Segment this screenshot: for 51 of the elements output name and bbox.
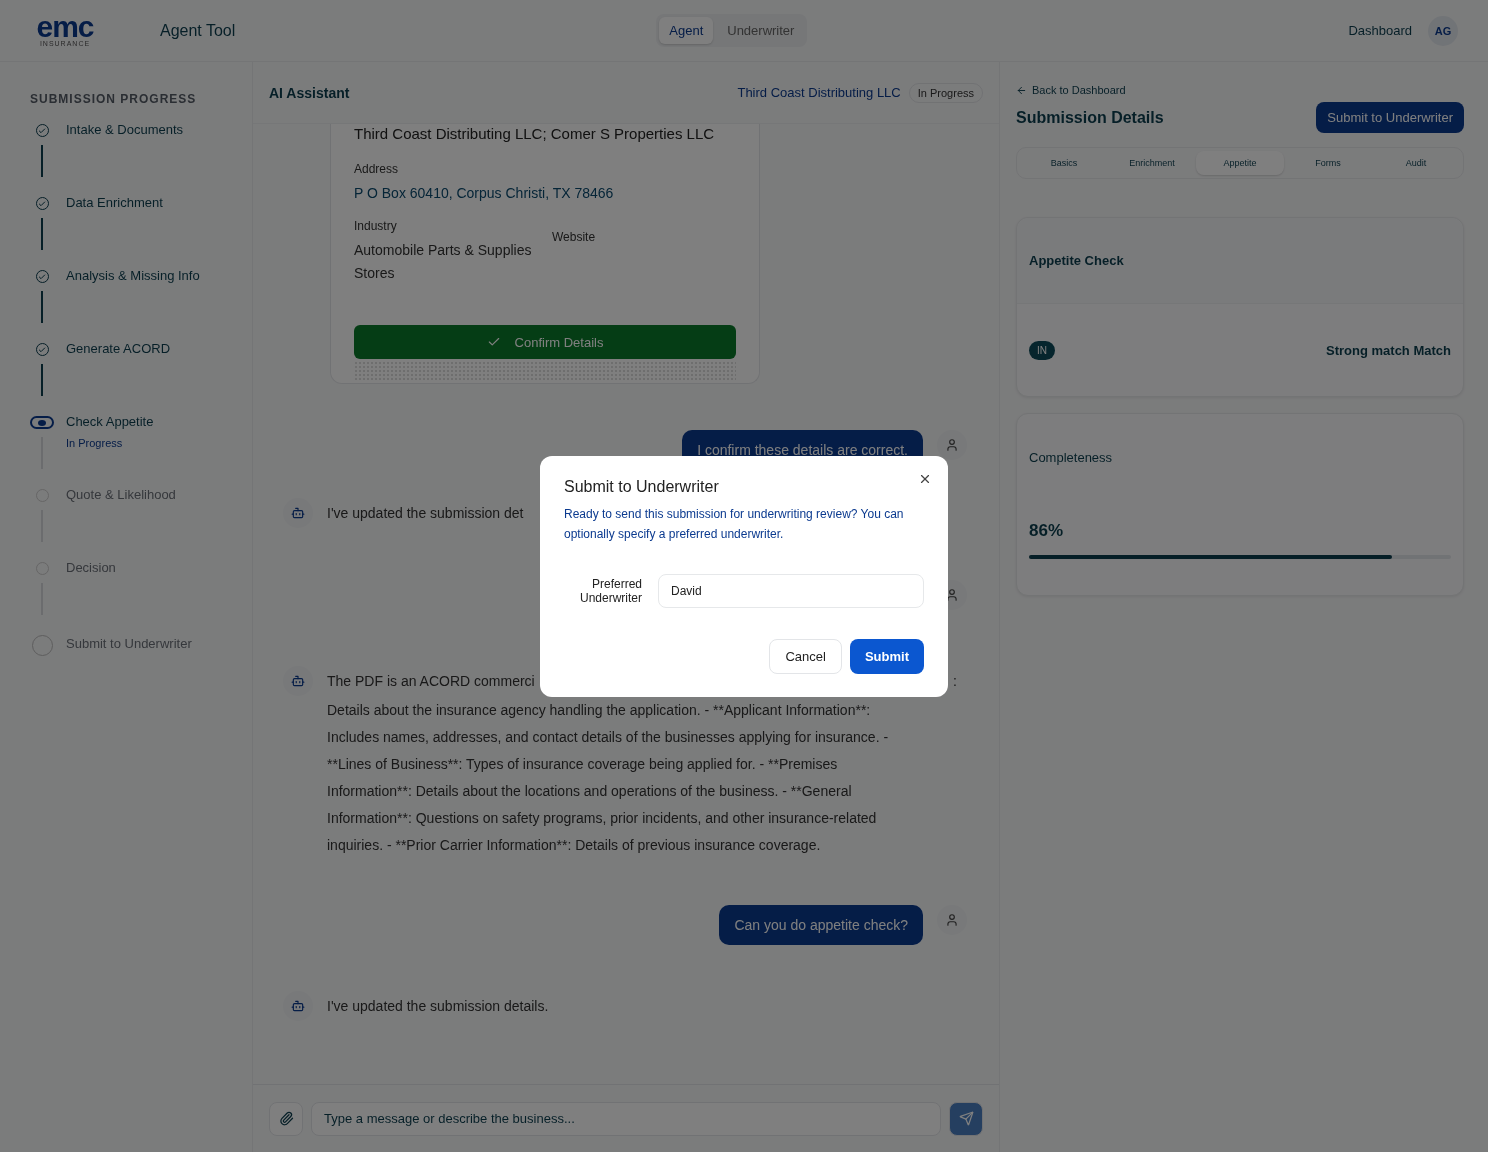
card-title: Appetite Check xyxy=(1029,253,1124,268)
step-label[interactable]: Intake & Documents xyxy=(66,122,184,137)
step-label[interactable]: Analysis & Missing Info xyxy=(66,268,200,283)
dashboard-link[interactable]: Dashboard xyxy=(1348,23,1412,38)
dialog-text: Ready to send this submission for underwriting review? You can optionally specify a preferred underwriter. xyxy=(564,505,905,543)
match-text: Strong match Match xyxy=(1326,342,1451,358)
role-tab[interactable]: Underwriter xyxy=(717,17,805,44)
industry-value: Automobile Parts & Supplies Stores xyxy=(354,241,533,283)
user-avatar[interactable]: AG xyxy=(1428,15,1458,46)
details-title: Submission Details xyxy=(1016,108,1164,127)
step-label[interactable]: Quote & Likelihood xyxy=(66,487,176,502)
field-label: Website xyxy=(552,230,596,244)
message-input[interactable]: Type a message or describe the business... xyxy=(311,1101,941,1136)
details-tab[interactable]: Audit xyxy=(1372,151,1460,175)
details-tab[interactable]: Enrichment xyxy=(1108,151,1196,175)
step-label[interactable]: Decision xyxy=(66,560,116,575)
step-label[interactable]: Data Enrichment xyxy=(66,195,163,210)
cancel-button[interactable]: Cancel xyxy=(769,638,842,674)
bot-message: : xyxy=(953,672,957,691)
details-tab[interactable]: Forms xyxy=(1284,151,1372,175)
role-tab[interactable]: Agent xyxy=(659,17,714,44)
user-message: Can you do appetite check? xyxy=(719,905,923,945)
bot-message: The PDF is an ACORD commerci xyxy=(327,672,535,691)
dialog-title: Submit to Underwriter xyxy=(564,477,720,496)
back-link[interactable]: Back to Dashboard xyxy=(1016,84,1464,96)
app-title: Agent Tool xyxy=(160,21,236,40)
field-label: Industry xyxy=(354,219,398,233)
sidebar-title: SUBMISSION PROGRESS xyxy=(30,92,198,106)
bot-message: I've updated the submission details. xyxy=(327,997,549,1016)
logo-mark: emc xyxy=(36,14,94,40)
submit-to-underwriter-button[interactable]: Submit to Underwriter xyxy=(1316,102,1464,133)
step-label[interactable]: Check Appetite xyxy=(66,414,154,429)
details-tab[interactable]: Appetite xyxy=(1196,151,1284,175)
step-label[interactable]: Generate ACORD xyxy=(66,341,171,356)
bot-message: I've updated the submission det xyxy=(327,504,524,523)
business-names: Third Coast Distributing LLC; Comer S Properties LLC xyxy=(354,124,716,144)
step-status: In Progress xyxy=(66,437,124,449)
card-title: Completeness xyxy=(1029,450,1114,465)
address-value: P O Box 60410, Corpus Christi, TX 78466 xyxy=(354,184,615,203)
company-name: Third Coast Distributing LLC xyxy=(737,85,901,100)
field-label: Address xyxy=(354,162,400,176)
confirm-details-button[interactable]: Confirm Details xyxy=(354,325,736,359)
appetite-badge: IN xyxy=(1029,340,1055,360)
chat-title: AI Assistant xyxy=(269,84,350,101)
field-label: Preferred Underwriter xyxy=(579,576,642,605)
step-label[interactable]: Submit to Underwriter xyxy=(66,636,192,651)
details-tab[interactable]: Basics xyxy=(1020,151,1108,175)
completeness-value: 86% xyxy=(1029,521,1065,541)
bot-message: Details about the insurance agency handling the application. - **Applicant Information**: Includes names, addresses, and contact details of the businesses applying for insurance. - **Lines of Business**: Types of insurance coverage being applied for. - **Premises Information**: Details about the locations and operations of the business. - **General Information**: Questions on safety programs, prior incidents, and other insurance-related inquiries. - **Prior Carrier Information**: Details of previous insurance coverage. xyxy=(327,701,890,855)
underwriter-input[interactable]: David xyxy=(658,573,924,608)
submit-button[interactable]: Submit xyxy=(849,638,924,674)
